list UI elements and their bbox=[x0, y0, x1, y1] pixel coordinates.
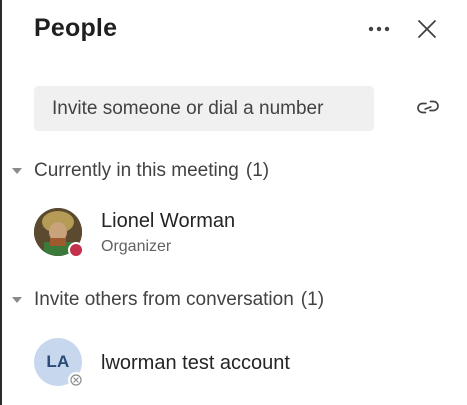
chevron-down-icon bbox=[10, 164, 24, 178]
participant-row[interactable]: Lionel Worman Organizer bbox=[34, 208, 454, 262]
more-options-button[interactable] bbox=[364, 18, 394, 40]
invite-search-input[interactable] bbox=[34, 86, 374, 131]
chevron-down-icon bbox=[10, 293, 24, 307]
share-invite-link-button[interactable] bbox=[415, 96, 441, 118]
offline-icon bbox=[70, 374, 82, 386]
close-icon bbox=[418, 20, 436, 38]
link-icon bbox=[417, 100, 439, 114]
status-offline-indicator bbox=[68, 372, 84, 388]
more-horizontal-icon bbox=[368, 26, 390, 32]
section-invite-others-header[interactable]: Invite others from conversation (1) bbox=[10, 288, 324, 312]
section-count: (1) bbox=[245, 160, 270, 181]
invitee-name: lworman test account bbox=[101, 352, 290, 374]
section-label: Currently in this meeting bbox=[34, 160, 239, 181]
close-button[interactable] bbox=[415, 17, 439, 41]
participant-name: Lionel Worman bbox=[101, 210, 236, 232]
section-count: (1) bbox=[300, 289, 325, 310]
status-busy-indicator bbox=[68, 242, 84, 258]
people-panel: People Currently in this meeting (1) bbox=[2, 0, 467, 405]
invitee-row[interactable]: LA lworman test account bbox=[34, 338, 454, 392]
section-in-meeting-header[interactable]: Currently in this meeting (1) bbox=[10, 159, 269, 183]
section-label: Invite others from conversation bbox=[34, 289, 294, 310]
participant-role: Organizer bbox=[101, 238, 172, 255]
panel-title: People bbox=[34, 14, 118, 42]
